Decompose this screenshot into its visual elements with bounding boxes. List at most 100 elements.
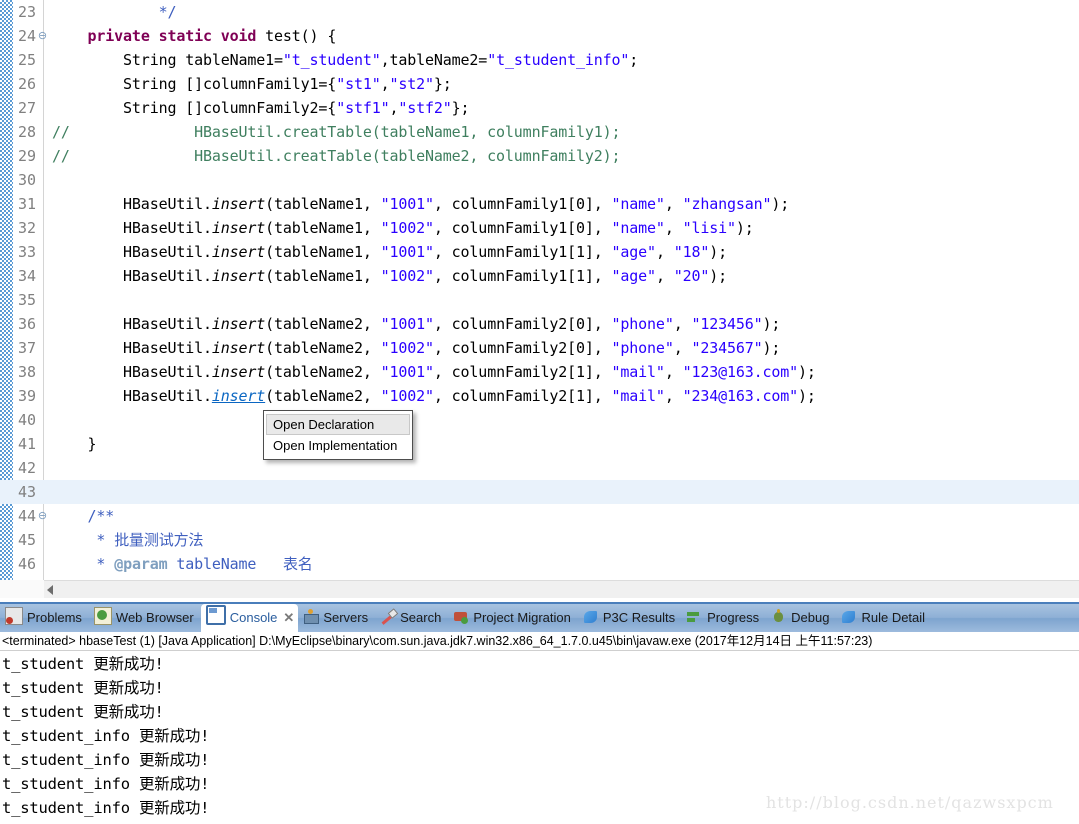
code-line[interactable]: 43 bbox=[0, 480, 1079, 504]
code-token: "1002" bbox=[380, 267, 434, 285]
line-number: 46 bbox=[17, 555, 36, 573]
code-line[interactable]: 34 HBaseUtil.insert(tableName1, "1002", … bbox=[0, 264, 1079, 288]
code-token: "234567" bbox=[691, 339, 763, 357]
tab-console[interactable]: Console ✕ bbox=[200, 604, 299, 632]
code-token[interactable]: insert bbox=[212, 387, 265, 405]
code-text[interactable]: HBaseUtil.insert(tableName1, "1002", col… bbox=[52, 264, 727, 288]
code-line[interactable]: 36 HBaseUtil.insert(tableName2, "1001", … bbox=[0, 312, 1079, 336]
tab-label: Problems bbox=[27, 610, 82, 625]
context-menu-item[interactable]: Open Implementation bbox=[266, 435, 410, 456]
code-text[interactable]: HBaseUtil.insert(tableName1, "1001", col… bbox=[52, 192, 789, 216]
tab-debug[interactable]: Debug bbox=[766, 604, 836, 632]
code-token: "1001" bbox=[380, 195, 434, 213]
open-declaration-context-menu[interactable]: Open Declaration Open Implementation bbox=[263, 410, 413, 460]
tab-label: P3C Results bbox=[602, 610, 676, 625]
code-text[interactable]: // HBaseUtil.creatTable(tableName2, colu… bbox=[52, 144, 621, 168]
tab-p3c-results[interactable]: P3C Results bbox=[578, 604, 682, 632]
tab-progress[interactable]: Progress bbox=[682, 604, 766, 632]
code-text[interactable]: String tableName1="t_student",tableName2… bbox=[52, 48, 638, 72]
code-line[interactable]: 30 bbox=[0, 168, 1079, 192]
code-line[interactable]: 40 bbox=[0, 408, 1079, 432]
code-text[interactable]: * 批量测试方法 bbox=[52, 528, 203, 552]
code-line[interactable]: 23 */ bbox=[0, 0, 1079, 24]
code-text[interactable]: HBaseUtil.insert(tableName1, "1001", col… bbox=[52, 240, 727, 264]
code-token: HBaseUtil. bbox=[123, 267, 212, 285]
code-token: insert bbox=[211, 195, 266, 213]
code-token: , columnFamily2[0], bbox=[433, 339, 612, 357]
code-line[interactable]: 42 bbox=[0, 456, 1079, 480]
code-line[interactable]: 44 ⊖ /** bbox=[0, 504, 1079, 528]
code-line[interactable]: 41 } bbox=[0, 432, 1079, 456]
code-line[interactable]: 27 String []columnFamily2={"stf1","stf2"… bbox=[0, 96, 1079, 120]
code-line[interactable]: 45 * 批量测试方法 bbox=[0, 528, 1079, 552]
tab-project-migration[interactable]: Project Migration bbox=[448, 604, 578, 632]
code-line[interactable]: 26 String []columnFamily1={"st1","st2"}; bbox=[0, 72, 1079, 96]
code-text[interactable]: String []columnFamily2={"stf1","stf2"}; bbox=[52, 96, 470, 120]
code-text[interactable]: // HBaseUtil.creatTable(tableName1, colu… bbox=[52, 120, 621, 144]
code-token: , bbox=[673, 339, 692, 357]
fold-collapse-icon[interactable]: ⊖ bbox=[37, 504, 48, 528]
code-line[interactable]: 46 * @param tableName 表名 bbox=[0, 552, 1079, 576]
code-text[interactable]: * @param tableName 表名 bbox=[52, 552, 313, 576]
line-number: 29 bbox=[17, 147, 36, 165]
code-token: "mail" bbox=[611, 387, 665, 405]
console-line: t_student 更新成功! bbox=[2, 655, 164, 673]
code-editor[interactable]: 23 */24 ⊖ private static void test() {25 … bbox=[0, 0, 1079, 580]
tab-search[interactable]: Search bbox=[375, 604, 448, 632]
code-token: "1001" bbox=[380, 315, 434, 333]
editor-horizontal-scrollbar[interactable] bbox=[44, 580, 1079, 599]
line-number: 42 bbox=[17, 459, 36, 477]
code-token: (tableName2, bbox=[265, 387, 381, 405]
code-line[interactable]: 24 ⊖ private static void test() { bbox=[0, 24, 1079, 48]
tab-problems[interactable]: Problems bbox=[0, 604, 89, 632]
code-line[interactable]: 33 HBaseUtil.insert(tableName1, "1001", … bbox=[0, 240, 1079, 264]
line-number: 31 bbox=[17, 195, 36, 213]
code-line[interactable]: 31 HBaseUtil.insert(tableName1, "1001", … bbox=[0, 192, 1079, 216]
code-line[interactable]: 29 // HBaseUtil.creatTable(tableName2, co… bbox=[0, 144, 1079, 168]
code-token: HBaseUtil. bbox=[123, 387, 212, 405]
context-menu-item[interactable]: Open Declaration bbox=[266, 414, 410, 435]
tab-servers[interactable]: Servers bbox=[298, 604, 375, 632]
problems-icon bbox=[5, 607, 23, 625]
code-text[interactable]: HBaseUtil.insert(tableName1, "1002", col… bbox=[52, 216, 754, 240]
scroll-left-arrow-icon[interactable] bbox=[47, 585, 53, 595]
code-text[interactable]: HBaseUtil.insert(tableName2, "1002", col… bbox=[52, 384, 816, 408]
code-token: "20" bbox=[673, 267, 710, 285]
code-text[interactable]: } bbox=[52, 432, 97, 456]
tab-rule-detail[interactable]: Rule Detail bbox=[836, 604, 932, 632]
view-tab-bar[interactable]: Problems Web Browser Console ✕ Servers Search… bbox=[0, 604, 1079, 632]
code-token: "123456" bbox=[691, 315, 763, 333]
code-token: @param bbox=[114, 555, 168, 573]
code-line[interactable]: 35 bbox=[0, 288, 1079, 312]
code-line[interactable]: 25 String tableName1="t_student",tableNa… bbox=[0, 48, 1079, 72]
console-line: t_student_info 更新成功! bbox=[2, 751, 210, 769]
code-text[interactable]: HBaseUtil.insert(tableName2, "1002", col… bbox=[52, 336, 780, 360]
code-text[interactable]: private static void test() { bbox=[52, 24, 337, 48]
fold-collapse-icon[interactable]: ⊖ bbox=[37, 24, 48, 48]
line-number: 41 bbox=[17, 435, 36, 453]
tab-web-browser[interactable]: Web Browser bbox=[89, 604, 201, 632]
code-token: HBaseUtil.creatTable(tableName1, columnF… bbox=[69, 123, 621, 141]
close-icon[interactable]: ✕ bbox=[283, 604, 294, 632]
code-text[interactable]: HBaseUtil.insert(tableName2, "1001", col… bbox=[52, 360, 816, 384]
code-text[interactable]: String []columnFamily1={"st1","st2"}; bbox=[52, 72, 452, 96]
code-token: ); bbox=[798, 387, 816, 405]
code-text[interactable]: /** bbox=[52, 504, 115, 528]
code-token: "age" bbox=[611, 267, 657, 285]
code-token: private static void bbox=[87, 27, 266, 45]
code-line[interactable]: 38 HBaseUtil.insert(tableName2, "1001", … bbox=[0, 360, 1079, 384]
code-line[interactable]: 39 HBaseUtil.insert(tableName2, "1002", … bbox=[0, 384, 1079, 408]
code-token: ,tableName2= bbox=[380, 51, 488, 69]
code-text[interactable]: HBaseUtil.insert(tableName2, "1001", col… bbox=[52, 312, 780, 336]
code-token: 表名 bbox=[282, 555, 313, 573]
code-token: ); bbox=[798, 363, 816, 381]
code-line[interactable]: 37 HBaseUtil.insert(tableName2, "1002", … bbox=[0, 336, 1079, 360]
code-token: ); bbox=[735, 219, 754, 237]
code-token: ); bbox=[709, 243, 727, 261]
code-token: insert bbox=[211, 219, 266, 237]
line-number: 24 bbox=[17, 27, 36, 45]
code-text[interactable]: */ bbox=[52, 0, 177, 24]
code-token: HBaseUtil. bbox=[123, 195, 212, 213]
code-line[interactable]: 32 HBaseUtil.insert(tableName1, "1002", … bbox=[0, 216, 1079, 240]
code-line[interactable]: 28 // HBaseUtil.creatTable(tableName1, co… bbox=[0, 120, 1079, 144]
